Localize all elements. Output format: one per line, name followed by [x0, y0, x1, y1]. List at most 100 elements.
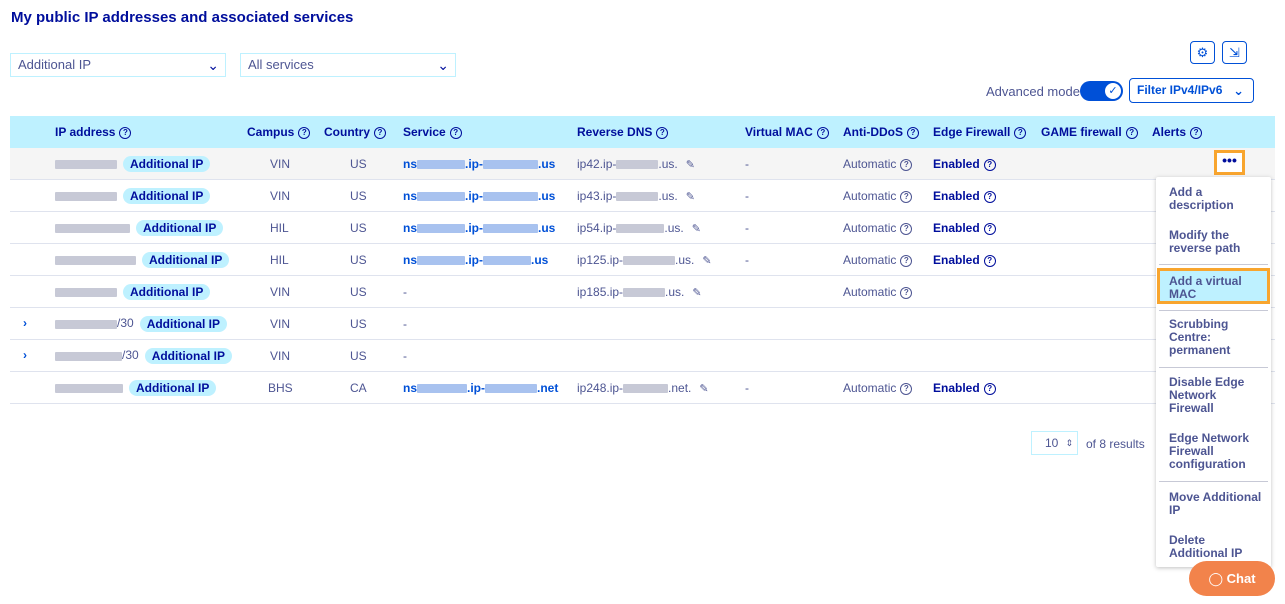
help-icon[interactable]: ? — [298, 126, 311, 139]
help-icon[interactable]: ? — [1125, 126, 1138, 139]
type-select[interactable]: Additional IP ⌄ — [10, 53, 226, 77]
menu-item-modify-reverse[interactable]: Modify the reverse path — [1169, 229, 1264, 255]
table-row[interactable]: Additional IP VIN US - ip185.ip- .us. ✎ Au… — [10, 276, 1275, 308]
redacted-text — [616, 192, 659, 202]
edit-icon[interactable]: ✎ — [699, 383, 708, 395]
reverse-text: .us. — [658, 189, 678, 203]
column-header-virtual-mac[interactable]: Virtual MAC? — [745, 125, 829, 139]
redacted-text — [417, 192, 466, 202]
anti-ddos-value: Automatic — [843, 381, 897, 395]
service-link[interactable]: ns .ip- .us — [403, 189, 555, 203]
column-header-campus[interactable]: Campus? — [247, 125, 311, 139]
chevron-right-icon[interactable]: › — [23, 316, 27, 330]
column-header-alerts[interactable]: Alerts? — [1152, 125, 1203, 139]
ip-cell: Additional IP — [55, 380, 217, 396]
column-header-anti-ddos[interactable]: Anti-DDoS? — [843, 125, 919, 139]
redacted-text — [623, 384, 669, 394]
ip-cell: /30 Additional IP — [55, 348, 233, 364]
service-text: .net — [537, 381, 559, 395]
menu-item-disable-edge-firewall[interactable]: Disable Edge Network Firewall — [1169, 376, 1264, 415]
anti-ddos-value: Automatic — [843, 157, 897, 171]
ip-version-filter-button[interactable]: Filter IPv4/IPv6 ⌄ — [1129, 78, 1254, 103]
service-cell: - — [403, 349, 407, 363]
anti-ddos-cell: Automatic? — [843, 157, 913, 171]
edit-icon[interactable]: ✎ — [686, 191, 695, 203]
service-link[interactable]: ns .ip- .us — [403, 157, 555, 171]
row-actions-button[interactable]: ••• — [1214, 150, 1245, 175]
table-row[interactable]: Additional IP VIN US ns .ip- .us ip42.ip-.… — [10, 148, 1275, 180]
edit-icon[interactable]: ✎ — [692, 223, 701, 235]
chat-button[interactable]: ◯ Chat — [1189, 561, 1275, 596]
help-icon[interactable]: ? — [816, 126, 829, 139]
menu-item-delete-ip[interactable]: Delete Additional IP — [1169, 534, 1264, 560]
reverse-dns-cell: ip54.ip- .us. ✎ — [577, 221, 701, 235]
ip-cell: Additional IP — [55, 252, 230, 268]
virtual-mac-cell: - — [745, 381, 749, 395]
edit-icon[interactable]: ✎ — [692, 287, 701, 299]
settings-button[interactable]: ⚙ — [1190, 41, 1215, 64]
menu-item-add-description[interactable]: Add a description — [1169, 186, 1264, 212]
table-row[interactable]: Additional IP BHS CA ns .ip- .net ip248.ip… — [10, 372, 1275, 404]
column-header-reverse-dns[interactable]: Reverse DNS? — [577, 125, 669, 139]
help-icon[interactable]: ? — [900, 158, 913, 171]
help-icon[interactable]: ? — [900, 222, 913, 235]
help-icon[interactable]: ? — [983, 382, 996, 395]
help-icon[interactable]: ? — [1014, 126, 1027, 139]
reverse-dns-cell: ip42.ip- .us. ✎ — [577, 157, 695, 171]
service-text: .ip- — [465, 157, 484, 171]
redacted-text — [483, 192, 539, 202]
service-text: ns — [403, 189, 418, 203]
chevron-right-icon[interactable]: › — [23, 348, 27, 362]
column-header-service[interactable]: Service? — [403, 125, 462, 139]
virtual-mac-cell: - — [745, 221, 749, 235]
redacted-text — [417, 256, 466, 266]
chat-label: Chat — [1226, 571, 1256, 586]
help-icon[interactable]: ? — [983, 222, 996, 235]
help-icon[interactable]: ? — [374, 126, 386, 139]
help-icon[interactable]: ? — [900, 190, 913, 203]
menu-item-edge-firewall-config[interactable]: Edge Network Firewall configuration — [1169, 432, 1264, 471]
service-select[interactable]: All services ⌄ — [240, 53, 456, 77]
help-icon[interactable]: ? — [900, 286, 913, 299]
menu-divider — [1159, 481, 1268, 482]
column-header-ip[interactable]: IP address? — [55, 125, 132, 139]
column-label: Virtual MAC — [745, 125, 813, 139]
ip-version-filter-label: Filter IPv4/IPv6 — [1137, 83, 1223, 97]
help-icon[interactable]: ? — [907, 126, 919, 139]
service-link[interactable]: ns .ip- .net — [403, 381, 558, 395]
column-header-country[interactable]: Country? — [324, 125, 386, 139]
help-icon[interactable]: ? — [983, 254, 996, 267]
help-icon[interactable]: ? — [983, 158, 996, 171]
edit-icon[interactable]: ✎ — [686, 159, 695, 171]
edge-firewall-value: Enabled — [933, 253, 980, 267]
column-header-game-firewall[interactable]: GAME firewall? — [1041, 125, 1138, 139]
redacted-text — [485, 384, 538, 394]
export-button[interactable]: ⇲ — [1222, 41, 1247, 64]
help-icon[interactable]: ? — [900, 382, 913, 395]
help-icon[interactable]: ? — [983, 190, 996, 203]
help-icon[interactable]: ? — [119, 126, 132, 139]
help-icon[interactable]: ? — [449, 126, 462, 139]
service-link[interactable]: ns .ip- .us — [403, 253, 548, 267]
help-icon[interactable]: ? — [900, 254, 913, 267]
menu-item-move-ip[interactable]: Move Additional IP — [1169, 491, 1264, 517]
redacted-text — [623, 256, 676, 266]
gear-icon: ⚙ — [1196, 45, 1209, 60]
edit-icon[interactable]: ✎ — [702, 255, 711, 267]
menu-item-add-virtual-mac[interactable]: Add a virtual MAC — [1169, 275, 1264, 301]
service-link[interactable]: ns .ip- .us — [403, 221, 555, 235]
column-header-edge-firewall[interactable]: Edge Firewall? — [933, 125, 1027, 139]
menu-item-scrubbing-centre[interactable]: Scrubbing Centre: permanent — [1169, 318, 1264, 357]
table-row[interactable]: › /30 Additional IP VIN US - — [10, 308, 1275, 340]
help-icon[interactable]: ? — [1190, 126, 1203, 139]
redacted-text — [623, 288, 666, 298]
advanced-mode-toggle[interactable]: ✓ — [1080, 81, 1123, 101]
table-row[interactable]: Additional IP VIN US ns .ip- .us ip43.ip-.… — [10, 180, 1275, 212]
table-row[interactable]: Additional IP HIL US ns .ip- .us ip54.ip-.… — [10, 212, 1275, 244]
help-icon[interactable]: ? — [656, 126, 669, 139]
page-size-select[interactable]: 10 ⇕ — [1031, 431, 1078, 455]
service-text: .us — [538, 157, 556, 171]
service-text: .us — [531, 253, 549, 267]
table-row[interactable]: › /30 Additional IP VIN US - — [10, 340, 1275, 372]
table-row[interactable]: Additional IP HIL US ns .ip- .us ip125.ip-… — [10, 244, 1275, 276]
